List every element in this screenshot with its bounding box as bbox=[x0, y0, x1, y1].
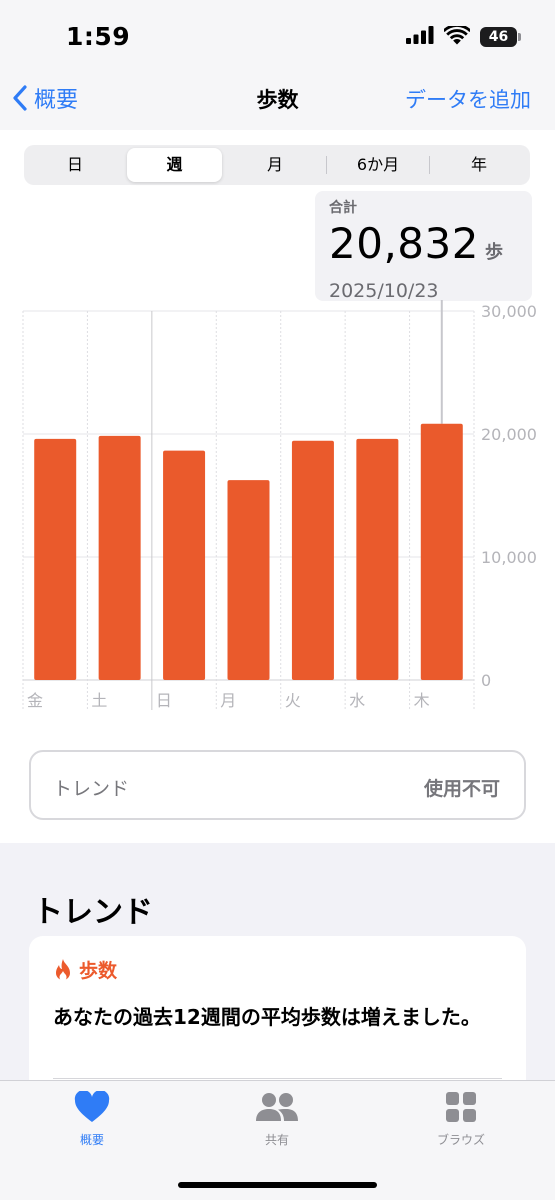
bar-1 bbox=[98, 435, 141, 680]
tab-summary[interactable]: 概要 bbox=[37, 1090, 147, 1148]
x-tick-label: 木 bbox=[414, 691, 430, 710]
home-indicator bbox=[178, 1182, 377, 1188]
trends-section-title: トレンド bbox=[33, 895, 153, 930]
bar-3 bbox=[227, 480, 270, 680]
bar-6 bbox=[420, 423, 463, 680]
status-time: 1:59 bbox=[66, 22, 131, 51]
battery-icon: 46 bbox=[480, 27, 521, 47]
segment-year[interactable]: 年 bbox=[431, 148, 527, 182]
segment-week[interactable]: 週 bbox=[127, 148, 222, 182]
tab-browse-label: ブラウズ bbox=[436, 1133, 485, 1147]
cellular-signal-icon bbox=[406, 26, 434, 48]
segment-month[interactable]: 月 bbox=[226, 148, 324, 182]
total-value: 20,832 bbox=[329, 219, 479, 268]
selection-callout: 合計 20,832 歩 2025/10/23 bbox=[315, 191, 532, 302]
back-button[interactable]: 概要 bbox=[12, 82, 78, 114]
trend-row[interactable]: トレンド 使用不可 bbox=[29, 750, 526, 820]
trend-row-value: 使用不可 bbox=[423, 778, 500, 800]
heart-icon bbox=[74, 1090, 110, 1122]
add-data-button[interactable]: データを追加 bbox=[405, 84, 531, 114]
y-tick-label: 10,000 bbox=[481, 548, 537, 567]
x-tick-label: 日 bbox=[156, 691, 172, 710]
segment-divider bbox=[326, 156, 327, 174]
segment-divider bbox=[429, 156, 430, 174]
total-unit: 歩 bbox=[484, 242, 504, 263]
tab-summary-label: 概要 bbox=[79, 1133, 104, 1147]
y-tick-label: 30,000 bbox=[481, 302, 537, 321]
x-tick-label: 土 bbox=[91, 691, 107, 710]
y-tick-label: 20,000 bbox=[481, 425, 537, 444]
x-tick-label: 火 bbox=[285, 691, 301, 710]
trend-card-category-label: 歩数 bbox=[79, 960, 118, 982]
divider bbox=[53, 1078, 502, 1079]
x-tick-label: 金 bbox=[27, 691, 43, 710]
y-tick-label: 0 bbox=[481, 671, 491, 690]
tab-browse[interactable]: ブラウズ bbox=[406, 1091, 516, 1148]
wifi-icon bbox=[442, 23, 472, 49]
trend-row-label: トレンド bbox=[53, 778, 130, 800]
x-tick-label: 月 bbox=[220, 691, 236, 710]
tab-sharing[interactable]: 共有 bbox=[222, 1091, 332, 1148]
steps-bar-chart[interactable]: 0 10,000 20,000 30,000 金 土 日 月 火 水 木 bbox=[0, 300, 555, 720]
segment-day[interactable]: 日 bbox=[27, 148, 123, 182]
people-icon bbox=[256, 1093, 298, 1121]
x-tick-label: 水 bbox=[349, 691, 365, 710]
grid-icon bbox=[446, 1092, 476, 1122]
status-icons: 46 bbox=[406, 23, 521, 50]
total-label: 合計 bbox=[329, 200, 357, 216]
selected-date: 2025/10/23 bbox=[329, 280, 439, 302]
tab-sharing-label: 共有 bbox=[264, 1133, 289, 1147]
trend-card-category: 歩数 bbox=[53, 956, 117, 983]
trend-card-text: あなたの過去12週間の平均歩数は増えました。 bbox=[53, 1005, 481, 1029]
bar-4 bbox=[291, 440, 334, 680]
period-segmented-control: 日 週 月 6か月 年 bbox=[24, 145, 530, 185]
bar-5 bbox=[356, 438, 399, 680]
bar-2 bbox=[163, 450, 206, 680]
bar-0 bbox=[34, 438, 77, 680]
back-label: 概要 bbox=[34, 88, 79, 113]
segment-6-months[interactable]: 6か月 bbox=[328, 148, 428, 182]
flame-icon bbox=[56, 958, 70, 981]
total-value-row: 20,832 歩 bbox=[329, 221, 518, 276]
chevron-left-icon bbox=[13, 85, 27, 111]
